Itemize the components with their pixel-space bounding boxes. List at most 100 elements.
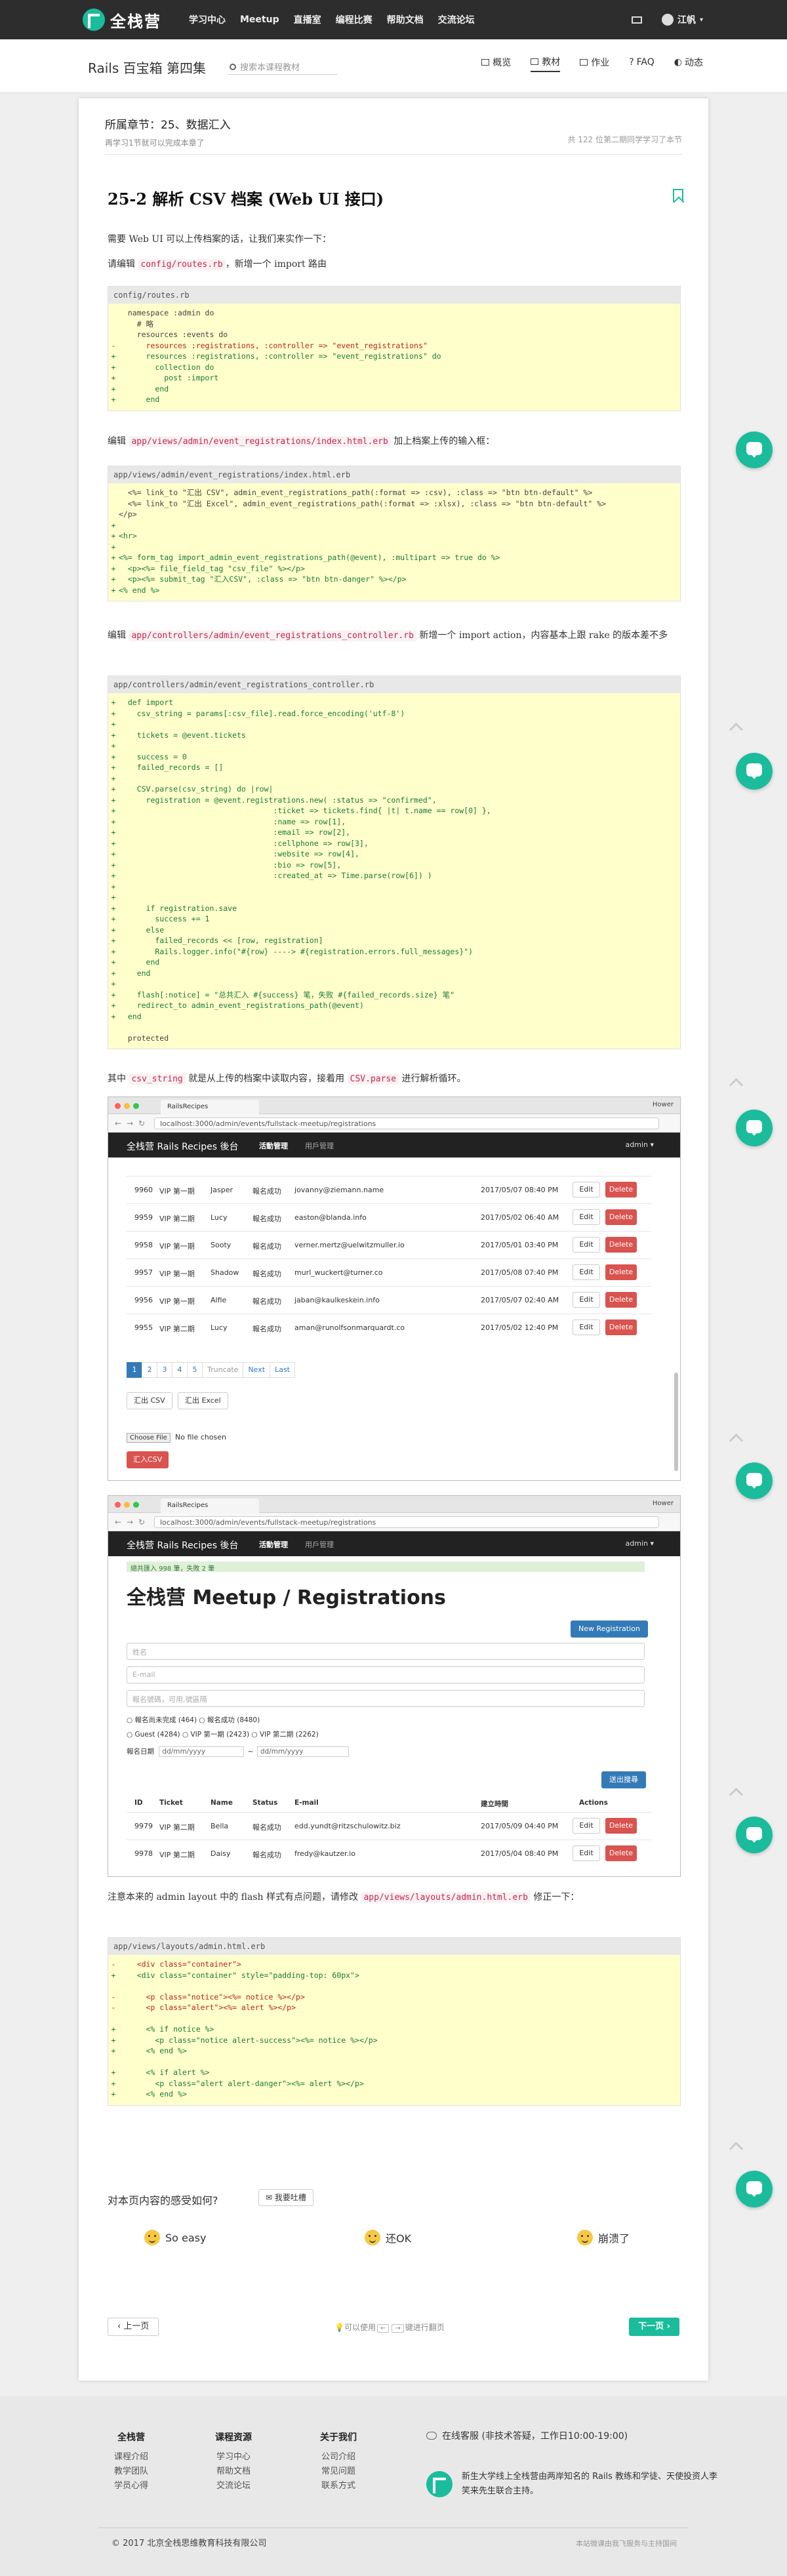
footer-link[interactable]: 帮助文档 (212, 2465, 254, 2479)
code-line: + else (111, 925, 165, 935)
feedback-complain-button[interactable]: ✉ 我要吐槽 (258, 2189, 313, 2206)
code-routes: config/routes.rb namespace :admin do # 略… (108, 286, 681, 411)
code-line: + <p><%= file_field_tag "csv_file" %></p… (111, 563, 305, 573)
code-body: - <div class="container"> + <div class="c… (108, 1955, 680, 2105)
browser-profile: Hower (652, 1101, 674, 1108)
app-menu-events: 活動管理 (259, 1142, 288, 1150)
column-header: E-mail (294, 1799, 319, 1807)
app-brand: 全栈营 Rails Recipes 後台 (127, 1540, 239, 1551)
next-page-button[interactable]: 下一页 › (629, 2318, 679, 2336)
code-line: + (111, 520, 116, 530)
table-row: 9958 VIP 第一期 Sooty 報名成功 verner.mertz@uelwitz… (127, 1231, 651, 1258)
nav-help-docs[interactable]: 帮助文档 (387, 13, 424, 26)
back-to-top-icon[interactable] (727, 1431, 745, 1449)
back-icon: ← (115, 1119, 122, 1128)
footer-link[interactable]: 公司介绍 (317, 2450, 359, 2465)
online-service[interactable]: 在线客服 (非技术答疑，工作日10:00-19:00) (426, 2429, 628, 2442)
delete-button: Delete (605, 1845, 637, 1861)
footer-link[interactable]: 课程介绍 (110, 2450, 152, 2465)
tab-overview[interactable]: 概览 (481, 55, 511, 72)
browser-profile: Hower (652, 1500, 674, 1507)
prev-page-button[interactable]: ‹ 上一页 (108, 2318, 159, 2336)
delete-button: Delete (605, 1292, 637, 1308)
code-line: + end (111, 395, 160, 404)
code-filename: app/controllers/admin/event_registration… (108, 676, 680, 693)
neutral-face-icon (365, 2230, 380, 2245)
paragraph-routes: 请编辑 config/routes.rb ，新增一个 import 路由 (108, 259, 327, 270)
delete-button: Delete (605, 1182, 637, 1197)
new-registration-button: New Registration (571, 1620, 648, 1638)
code-line: - resources :registrations, :controller … (111, 340, 428, 350)
chat-float-button[interactable] (736, 753, 773, 790)
nav-learning-center[interactable]: 学习中心 (189, 13, 226, 26)
nav-meetup[interactable]: Meetup (240, 14, 279, 25)
window-maximize-icon (133, 1502, 139, 1508)
chat-float-button[interactable] (736, 1462, 773, 1499)
chapter-title[interactable]: 所属章节：25、数据汇入 (105, 115, 682, 132)
table-row: 9978 VIP 第二期 Daisy 報名成功 fredy@kautzer.io 2017… (127, 1840, 651, 1867)
back-to-top-icon[interactable] (727, 1785, 745, 1803)
feedback-ok[interactable]: 还OK (365, 2230, 411, 2245)
edit-button: Edit (573, 1845, 600, 1861)
feedback-crash[interactable]: 崩溃了 (577, 2230, 630, 2245)
bookmark-icon[interactable] (673, 189, 683, 202)
tab-homework[interactable]: 作业 (580, 55, 609, 72)
footer-link[interactable]: 交流论坛 (212, 2479, 254, 2493)
code-line: + end (111, 1011, 142, 1021)
edit-icon (580, 59, 588, 66)
feedback-question: 对本页内容的感受如何? (108, 2194, 218, 2207)
reload-icon: ↻ (138, 1119, 146, 1128)
keyboard-tip: 💡可以使用 ← → 键进行翻页 (334, 2323, 445, 2333)
footer-link[interactable]: 学员心得 (110, 2479, 152, 2493)
tab-faq[interactable]: ? FAQ (629, 55, 655, 72)
page-link: Last (270, 1362, 295, 1378)
back-to-top-icon[interactable] (727, 1076, 745, 1094)
email-filter-input: E-mail (127, 1666, 645, 1683)
nav-forum[interactable]: 交流论坛 (438, 13, 475, 26)
code-line: + <p class="notice alert-success"><%= no… (111, 2035, 378, 2045)
code-line: + end (111, 957, 160, 967)
code-line: + <% end %> (111, 2089, 187, 2099)
mail-icon[interactable] (631, 16, 642, 24)
code-line: + Rails.logger.info("#{row} ----> #{regi… (111, 946, 474, 956)
chat-float-button[interactable] (736, 1817, 773, 1853)
app-admin-menu: admin ▾ (625, 1539, 654, 1548)
chat-float-button[interactable] (736, 1110, 773, 1146)
footer-link[interactable]: 联系方式 (317, 2479, 359, 2493)
chat-float-button[interactable] (736, 2171, 773, 2207)
code-line: + :cellphone => row[3], (111, 838, 369, 848)
monitor-icon (481, 59, 490, 66)
code-line: - <p class="alert"><%= alert %></p> (111, 2003, 296, 2012)
nav-contest[interactable]: 编程比赛 (336, 13, 373, 26)
paragraph-csv-parse: 其中 csv_string 就是从上传的档案中读取内容，接着用 CSV.pars… (108, 1074, 466, 1085)
avatar[interactable] (661, 14, 674, 26)
code-body: + def import + csv_string = params[:csv_f… (108, 693, 680, 1049)
footer-link[interactable]: 常见问题 (317, 2465, 359, 2479)
tab-materials[interactable]: 教材 (531, 55, 561, 72)
code-line: </p> (119, 510, 137, 519)
user-menu[interactable]: 江帆 (677, 13, 696, 26)
nav-live-room[interactable]: 直播室 (294, 13, 321, 26)
code-line: - <p class="notice"><%= notice %></p> (111, 1992, 305, 2002)
tab-activity[interactable]: ◐ 动态 (674, 55, 703, 72)
course-title[interactable]: Rails 百宝箱 第四集 (88, 58, 206, 77)
feedback-so-easy[interactable]: So easy (144, 2230, 206, 2245)
chevron-down-icon[interactable]: ▾ (700, 16, 703, 24)
paragraph-index-view: 编辑 app/views/admin/event_registrations/i… (108, 436, 495, 447)
back-to-top-icon[interactable] (727, 720, 745, 738)
site-logo[interactable]: 全栈营 (83, 8, 161, 31)
footer-link[interactable]: 学习中心 (212, 2450, 254, 2465)
search-input[interactable]: 搜索本课程教材 (240, 60, 300, 73)
column-header: ID (134, 1799, 143, 1807)
code-line: <%= link_to "汇出 Excel", admin_event_regi… (119, 498, 607, 508)
import-csv-button: 汇入CSV (127, 1451, 169, 1468)
name-filter-input: 姓名 (127, 1643, 645, 1660)
chat-float-button[interactable] (736, 432, 773, 468)
code-line: + <% end %> (111, 585, 160, 595)
footer-link[interactable]: 教学团队 (110, 2465, 152, 2479)
course-search[interactable]: 搜索本课程教材 (228, 59, 337, 75)
smile-face-icon (144, 2230, 160, 2245)
back-to-top-icon[interactable] (727, 2139, 745, 2158)
code-line: - <div class="container"> (111, 1960, 241, 1969)
code-line: <%= link_to "汇出 CSV", admin_event_regist… (119, 488, 593, 497)
